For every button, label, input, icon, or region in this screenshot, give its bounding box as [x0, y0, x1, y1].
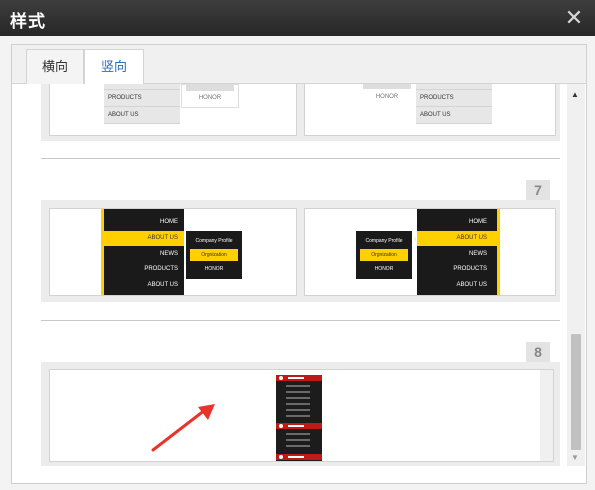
tab-bar: 横向 竖向 — [12, 45, 586, 85]
tab-horizontal[interactable]: 横向 — [26, 49, 84, 84]
scroll-up-icon[interactable]: ▲ — [571, 90, 579, 99]
annotation-arrow-icon — [151, 404, 215, 452]
dialog-title: 样式 — [10, 12, 46, 31]
tab-vertical[interactable]: 竖向 — [84, 49, 144, 85]
scroll-down-icon[interactable]: ▼ — [571, 453, 579, 462]
close-icon[interactable]: ✕ — [562, 6, 586, 30]
style-list[interactable]: PRODUCTS ABOUT US HONOR HONOR PRODUCTS A… — [12, 84, 586, 483]
scroll-thumb[interactable] — [571, 334, 581, 450]
dialog-panel: 横向 竖向 PRODUCTS ABOUT US HONOR HONOR PROD… — [11, 44, 587, 484]
scrollbar[interactable]: ▲ ▼ — [567, 84, 585, 466]
dialog-titlebar: 样式 ✕ — [0, 0, 595, 36]
style-dialog: 样式 ✕ 横向 竖向 PRODUCTS ABOUT US HONOR HONOR… — [0, 0, 595, 490]
